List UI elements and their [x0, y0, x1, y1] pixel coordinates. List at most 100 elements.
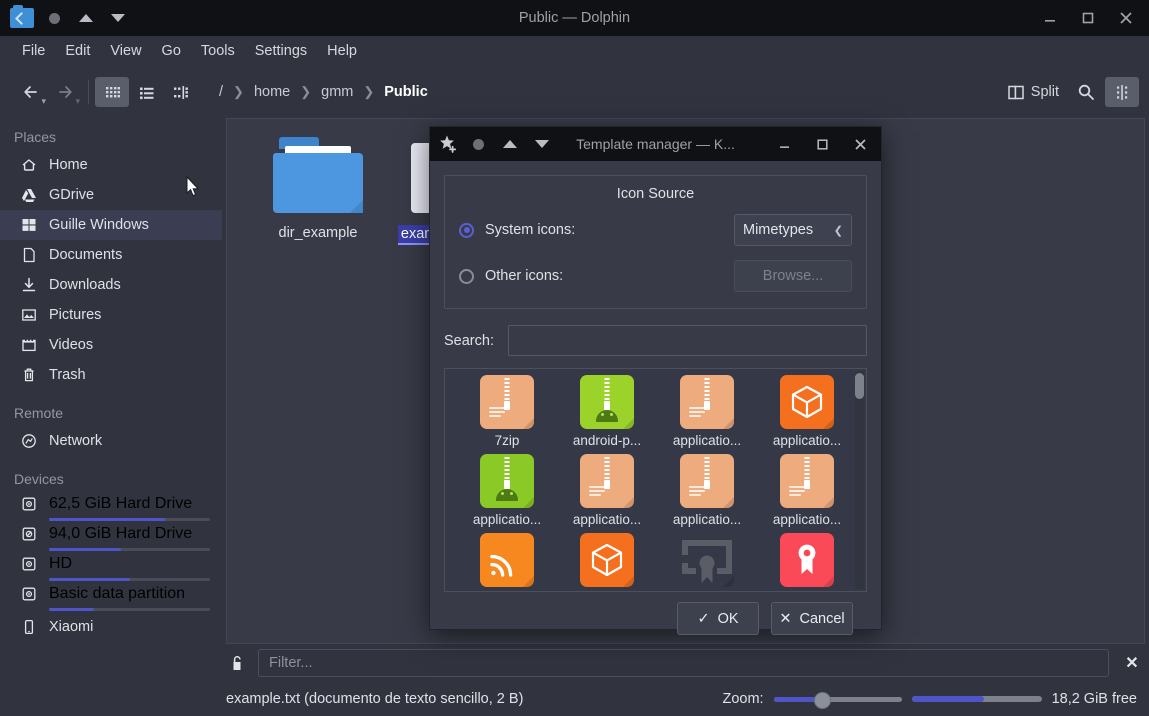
zip-icon — [680, 375, 734, 429]
control-icon[interactable] — [1105, 77, 1139, 107]
sidebar-item-label: 62,5 GiB Hard Drive — [49, 495, 193, 512]
breadcrumb-root[interactable]: / — [213, 82, 229, 102]
icon-tile[interactable]: 7zip — [457, 375, 557, 448]
menu-file[interactable]: File — [12, 40, 55, 62]
icon-grid-scroll-thumb[interactable] — [855, 373, 864, 399]
star-add-icon[interactable] — [436, 131, 462, 157]
icon-label: android-p... — [572, 433, 642, 448]
sidebar-section-remote: Remote — [14, 405, 64, 421]
icon-grid[interactable]: 7zip android-p... applicatio... applicat… — [444, 368, 867, 592]
breadcrumb-gmm[interactable]: gmm — [315, 82, 359, 102]
maximize-icon[interactable] — [803, 127, 841, 161]
icon-tile[interactable]: applicatio... — [657, 454, 757, 527]
sidebar-item-disk-2[interactable]: 94,0 GiB Hard Drive — [0, 522, 222, 552]
breadcrumb-home[interactable]: home — [248, 82, 296, 102]
filter-placeholder: Filter... — [269, 655, 313, 671]
toolbar-right: Split — [1000, 77, 1149, 107]
menu-tools[interactable]: Tools — [191, 40, 245, 62]
toolbar-separator — [88, 80, 89, 104]
breadcrumb-public[interactable]: Public — [378, 82, 434, 102]
icon-tile[interactable] — [757, 533, 857, 591]
icon-tile[interactable]: applicatio... — [757, 375, 857, 448]
sidebar-item-network[interactable]: Network — [0, 426, 222, 456]
icon-source-group: Icon Source System icons: Mimetypes ❮ Ot… — [444, 175, 867, 309]
disk-usage-bar — [49, 548, 210, 551]
file-item-folder[interactable]: dir_example — [243, 137, 393, 241]
close-icon[interactable] — [841, 127, 879, 161]
folder-icon[interactable] — [6, 3, 38, 33]
sidebar-item-trash[interactable]: Trash — [0, 360, 222, 390]
menu-go[interactable]: Go — [152, 40, 191, 62]
icon-search-input[interactable] — [507, 325, 867, 356]
close-filter-icon[interactable]: ✕ — [1119, 653, 1145, 673]
disk-icon — [20, 556, 37, 573]
sidebar-item-videos[interactable]: Videos — [0, 330, 222, 360]
icon-tile[interactable] — [457, 533, 557, 591]
back-icon[interactable]: ▾ — [14, 77, 48, 107]
system-icons-radio[interactable] — [459, 222, 474, 238]
sidebar-item-label: Xiaomi — [49, 619, 94, 635]
sidebar-item-guille-windows[interactable]: Guille Windows — [0, 210, 222, 240]
icon-tile[interactable]: android-p... — [557, 375, 657, 448]
sidebar-item-hd[interactable]: HD — [0, 552, 222, 582]
other-icons-radio[interactable] — [459, 268, 474, 284]
rss-icon — [480, 533, 534, 587]
search-row: Search: — [444, 325, 867, 356]
icons-view-icon[interactable] — [95, 77, 129, 107]
forward-icon[interactable]: ▾ — [48, 77, 82, 107]
check-icon: ✓ — [697, 610, 710, 627]
menu-view[interactable]: View — [100, 40, 151, 62]
icon-tile[interactable]: applicatio... — [557, 454, 657, 527]
record-dot-icon[interactable] — [462, 129, 494, 159]
dialog-titlebar: Template manager — K... — [430, 127, 881, 161]
details-view-icon[interactable] — [129, 77, 163, 107]
triangle-up-icon[interactable] — [494, 129, 526, 159]
sidebar-item-downloads[interactable]: Downloads — [0, 270, 222, 300]
minimize-icon[interactable] — [765, 127, 803, 161]
unlocked-icon[interactable] — [226, 655, 248, 672]
sidebar-item-label: Documents — [49, 247, 123, 263]
sidebar-item-label: 94,0 GiB Hard Drive — [49, 525, 193, 542]
sidebar-item-label: Downloads — [49, 277, 121, 293]
browse-button[interactable]: Browse... — [734, 260, 852, 292]
close-icon[interactable] — [1107, 0, 1145, 36]
cancel-button[interactable]: ✕ Cancel — [771, 602, 853, 635]
sidebar-item-basic-data-partition[interactable]: Basic data partition — [0, 582, 222, 612]
icon-tile[interactable] — [557, 533, 657, 591]
menu-help[interactable]: Help — [317, 40, 367, 62]
minimize-icon[interactable] — [1031, 0, 1069, 36]
zip-icon — [580, 454, 634, 508]
icon-label: applicatio... — [672, 512, 742, 527]
status-info: example.txt (documento de texto sencillo… — [226, 691, 524, 707]
menu-settings[interactable]: Settings — [245, 40, 317, 62]
disk-usage-bar — [49, 518, 210, 521]
sidebar-item-pictures[interactable]: Pictures — [0, 300, 222, 330]
icon-tile[interactable] — [657, 533, 757, 591]
triangle-up-icon[interactable] — [70, 3, 102, 33]
icon-category-select[interactable]: Mimetypes ❮ — [734, 214, 852, 246]
zoom-slider[interactable] — [773, 690, 902, 709]
sidebar-item-documents[interactable]: Documents — [0, 240, 222, 270]
search-icon[interactable] — [1069, 77, 1103, 107]
zoom-slider-handle[interactable] — [813, 692, 831, 709]
compact-view-icon[interactable] — [163, 77, 197, 107]
sidebar-item-label: Videos — [49, 337, 94, 353]
triangle-down-icon[interactable] — [102, 3, 134, 33]
ok-button[interactable]: ✓ OK — [677, 602, 759, 635]
zoom-label: Zoom: — [722, 691, 764, 707]
icon-tile[interactable]: applicatio... — [757, 454, 857, 527]
icon-tile[interactable]: applicatio... — [457, 454, 557, 527]
filter-input[interactable]: Filter... — [258, 649, 1109, 677]
icon-tile[interactable]: applicatio... — [657, 375, 757, 448]
sidebar-item-disk-1[interactable]: 62,5 GiB Hard Drive — [0, 492, 222, 522]
cancel-label: Cancel — [799, 610, 845, 627]
windows-icon — [20, 217, 37, 234]
icon-grid-scrollbar[interactable] — [855, 371, 864, 589]
split-button[interactable]: Split — [1000, 79, 1067, 105]
record-dot-icon[interactable] — [38, 3, 70, 33]
menu-edit[interactable]: Edit — [55, 40, 100, 62]
maximize-icon[interactable] — [1069, 0, 1107, 36]
disk-locked-icon — [20, 526, 37, 543]
sidebar-item-xiaomi[interactable]: Xiaomi — [0, 612, 222, 642]
triangle-down-icon[interactable] — [526, 129, 558, 159]
